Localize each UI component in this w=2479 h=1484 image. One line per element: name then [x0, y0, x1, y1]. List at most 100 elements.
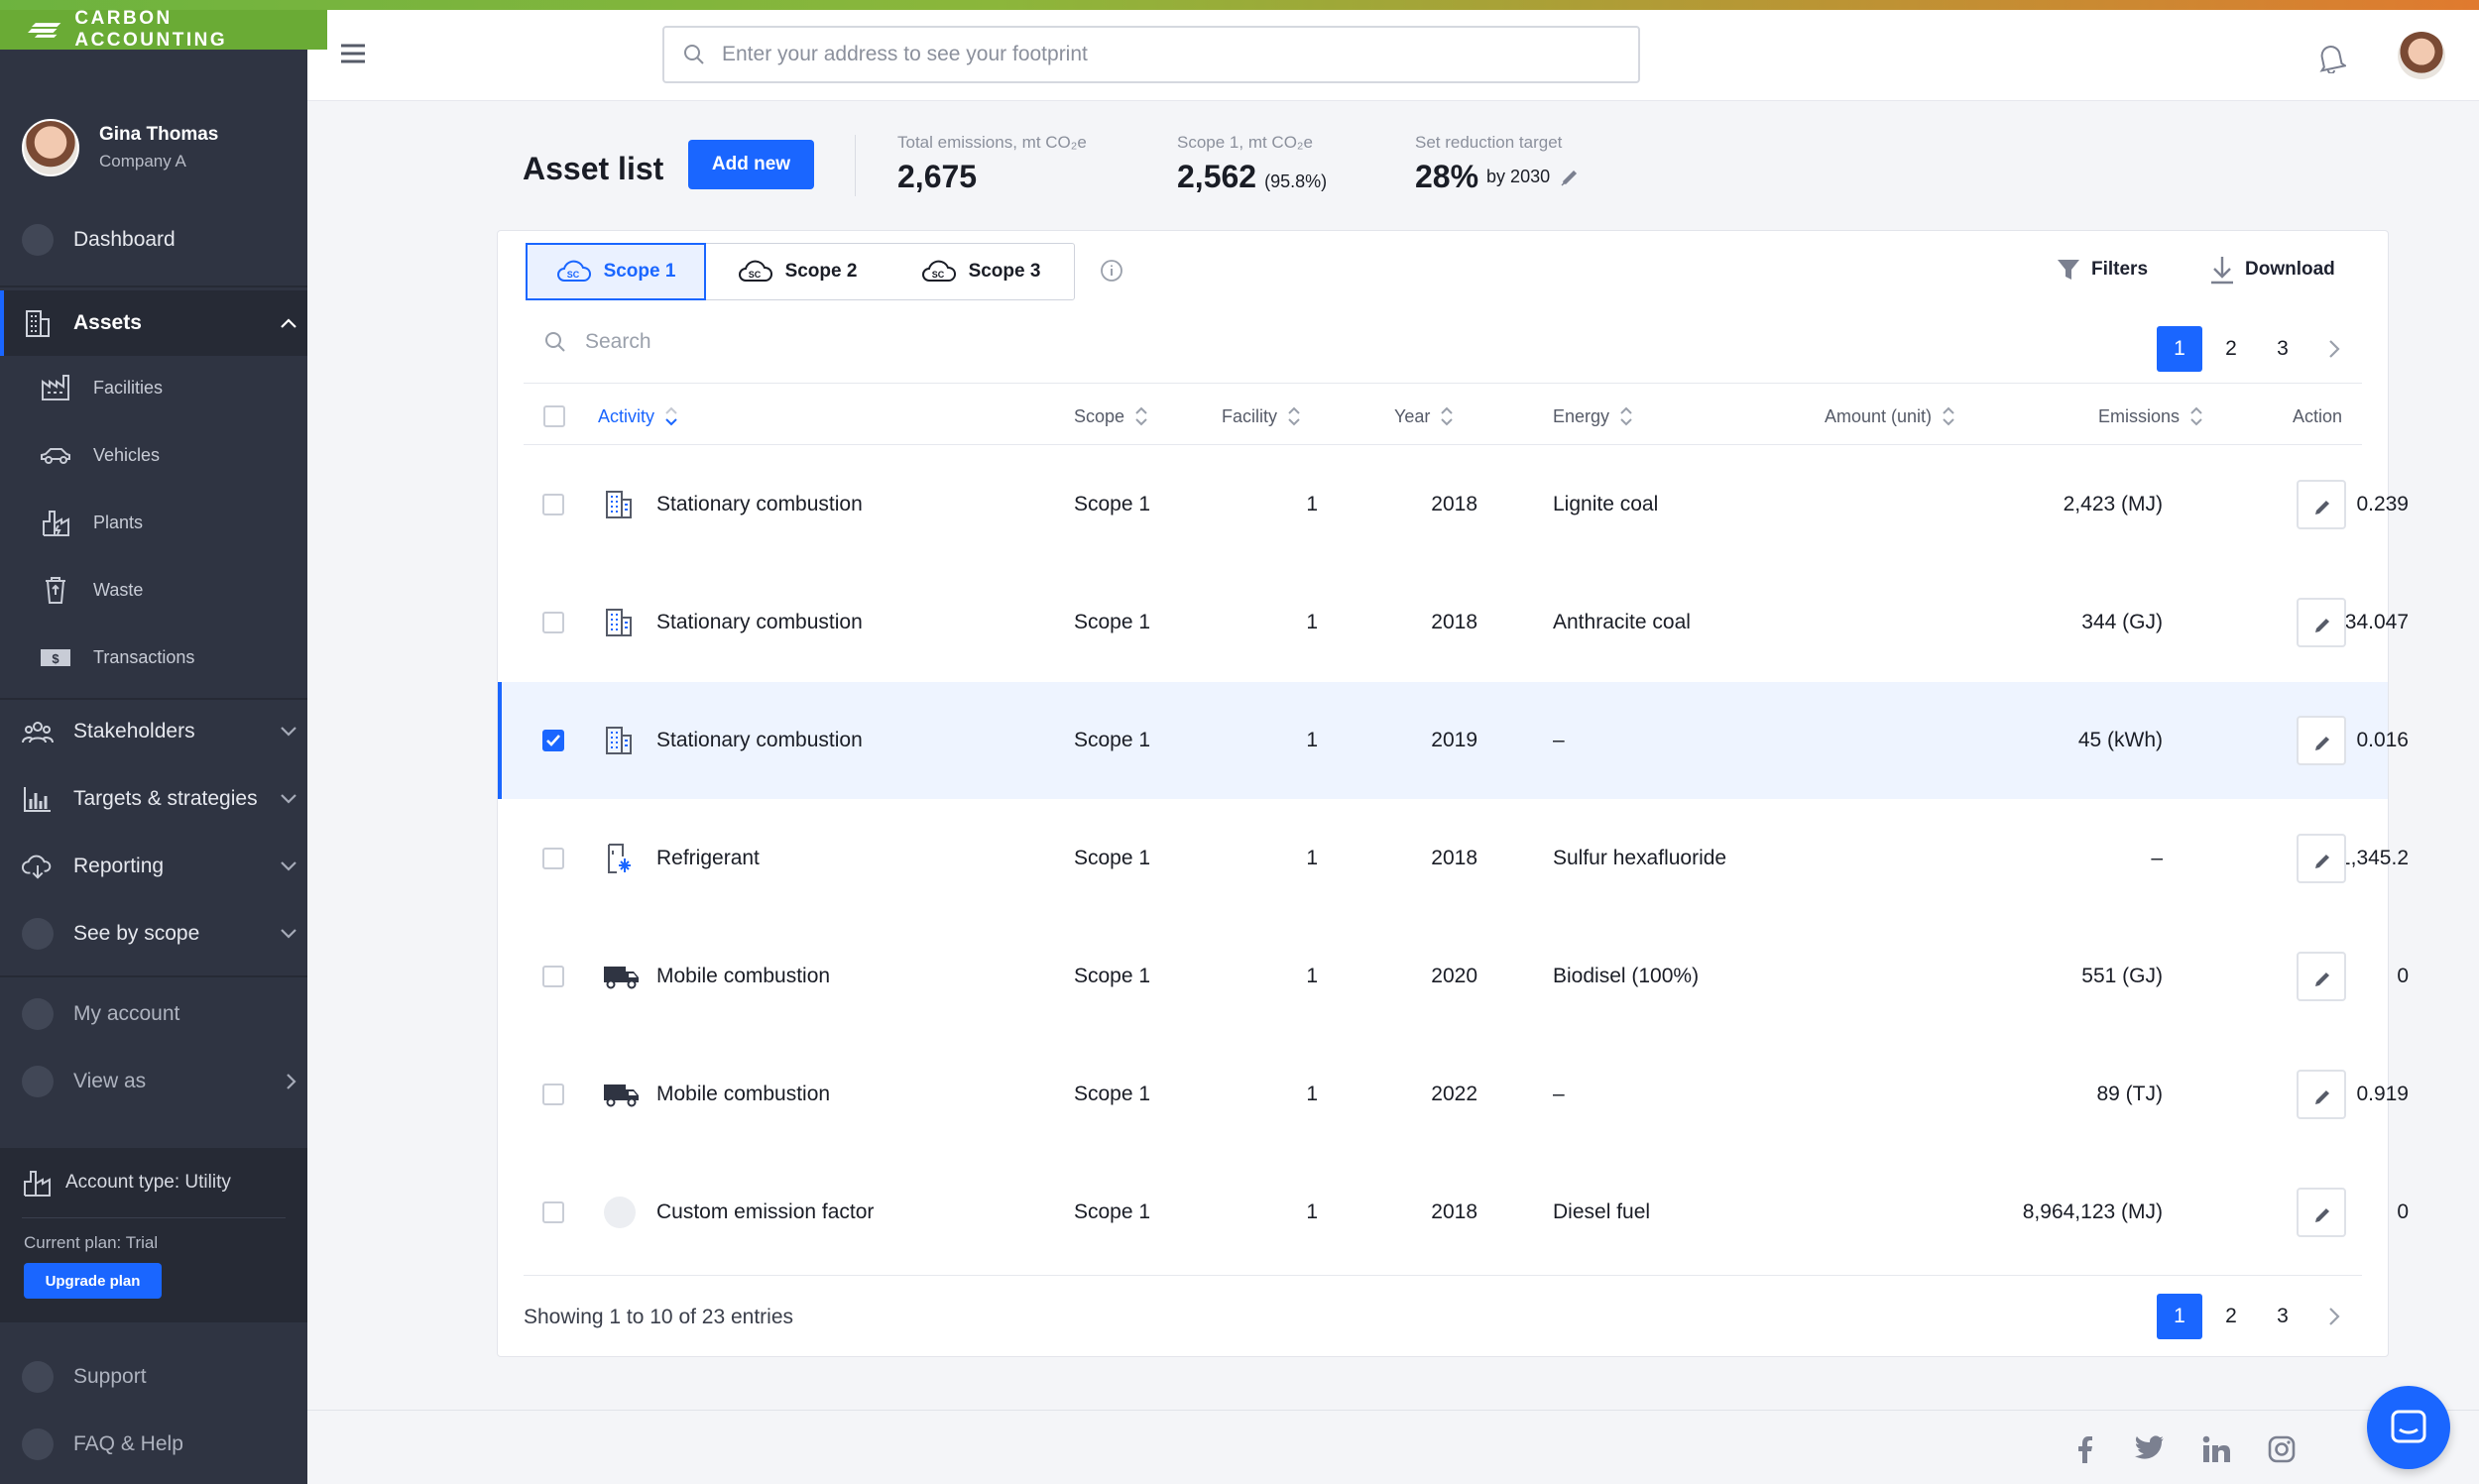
row-action[interactable]: [2297, 1036, 2352, 1153]
row-checkbox[interactable]: [542, 564, 582, 681]
info-icon[interactable]: [1100, 259, 1123, 283]
sidebar-item-reporting[interactable]: Reporting: [0, 836, 307, 897]
bell-icon[interactable]: [2316, 42, 2346, 73]
page-button[interactable]: 3: [2260, 326, 2305, 372]
select-all-checkbox[interactable]: [543, 401, 565, 431]
brand-name: CARBON ACCOUNTING: [74, 8, 228, 51]
add-new-button[interactable]: Add new: [688, 140, 814, 189]
column-header-facility[interactable]: Facility: [1222, 401, 1301, 431]
column-header-amount[interactable]: Amount (unit): [1825, 401, 1955, 431]
table-row[interactable]: Stationary combustion Scope 1 1 2019 – 45 (kW…: [498, 682, 2409, 799]
edit-button[interactable]: [2297, 598, 2346, 647]
hamburger-menu-icon[interactable]: [339, 43, 367, 64]
edit-button[interactable]: [2297, 716, 2346, 765]
edit-button[interactable]: [2297, 1070, 2346, 1119]
edit-button[interactable]: [2297, 834, 2346, 883]
sidebar-item-my-account[interactable]: My account: [0, 983, 307, 1045]
page-button[interactable]: 1: [2157, 326, 2202, 372]
brand-mark-icon: [28, 23, 61, 38]
chevron-right-icon[interactable]: [2311, 1294, 2357, 1339]
avatar[interactable]: [2398, 32, 2445, 79]
sidebar-item-transactions[interactable]: $ Transactions: [0, 626, 307, 689]
row-checkbox[interactable]: [542, 800, 582, 917]
help-icon: [22, 1428, 54, 1460]
page-button[interactable]: 1: [2157, 1294, 2202, 1339]
sidebar-item-support[interactable]: Support: [0, 1346, 307, 1408]
table-row[interactable]: Mobile combustion Scope 1 1 2022 – 89 (TJ) 0.9…: [498, 1036, 2409, 1153]
checkbox[interactable]: [542, 494, 564, 515]
checkbox[interactable]: [542, 730, 564, 751]
download-button[interactable]: Download: [2209, 255, 2335, 285]
checkbox[interactable]: [542, 1201, 564, 1223]
edit-button[interactable]: [2297, 1188, 2346, 1237]
search-icon: [684, 45, 704, 64]
upgrade-plan-button[interactable]: Upgrade plan: [24, 1263, 162, 1299]
twitter-icon[interactable]: [2135, 1435, 2165, 1461]
table-row[interactable]: Mobile combustion Scope 1 1 2020 Biodisel (1…: [498, 918, 2409, 1035]
row-action[interactable]: [2297, 918, 2352, 1035]
table-row[interactable]: Stationary combustion Scope 1 1 2018 Anthrac…: [498, 564, 2409, 681]
checkbox[interactable]: [542, 1084, 564, 1105]
column-header-energy[interactable]: Energy: [1553, 401, 1633, 431]
page-button[interactable]: 2: [2208, 1294, 2254, 1339]
instagram-icon[interactable]: [2268, 1435, 2296, 1463]
user-profile[interactable]: Gina Thomas Company A: [22, 119, 218, 176]
column-header-activity[interactable]: Activity: [598, 401, 678, 431]
row-action[interactable]: [2297, 564, 2352, 681]
sidebar-item-assets[interactable]: Assets: [0, 290, 307, 356]
edit-button[interactable]: [2297, 480, 2346, 529]
checkbox[interactable]: [542, 848, 564, 869]
entries-summary: Showing 1 to 10 of 23 entries: [524, 1306, 794, 1328]
table-row[interactable]: Refrigerant Scope 1 1 2018 Sulfur hexafluori…: [498, 800, 2409, 917]
page-button[interactable]: 3: [2260, 1294, 2305, 1339]
sidebar-item-facilities[interactable]: Facilities: [0, 356, 307, 419]
table-search[interactable]: [543, 330, 1081, 354]
edit-button[interactable]: [2297, 952, 2346, 1001]
sidebar-item-faq[interactable]: FAQ & Help: [0, 1414, 307, 1475]
tab-scope-3[interactable]: SC Scope 3: [889, 244, 1072, 299]
row-checkbox[interactable]: [542, 1154, 582, 1271]
sidebar-item-stakeholders[interactable]: Stakeholders: [0, 701, 307, 762]
sidebar-item-targets[interactable]: Targets & strategies: [0, 768, 307, 830]
stat-number: 2,562: [1177, 159, 1257, 194]
table-search-input[interactable]: [585, 330, 1081, 354]
sidebar-item-vehicles[interactable]: Vehicles: [0, 423, 307, 487]
chat-launcher-button[interactable]: [2367, 1386, 2450, 1469]
building-icon: [22, 308, 54, 338]
tab-scope-1[interactable]: SC Scope 1: [526, 243, 706, 300]
page-title-row: Asset list: [523, 129, 663, 208]
account-type-label: Account type: Utility: [65, 1172, 231, 1193]
filters-button[interactable]: Filters: [2056, 257, 2148, 283]
sidebar-item-plants[interactable]: Plants: [0, 491, 307, 554]
checkbox[interactable]: [542, 612, 564, 633]
row-checkbox[interactable]: [542, 682, 582, 799]
table-row[interactable]: Custom emission factor Scope 1 1 2018 Diesel…: [498, 1154, 2409, 1271]
row-checkbox[interactable]: [542, 918, 582, 1035]
checkbox[interactable]: [543, 405, 565, 427]
address-search-box[interactable]: [662, 26, 1640, 83]
sidebar-item-see-by-scope[interactable]: See by scope: [0, 903, 307, 965]
column-header-year[interactable]: Year: [1394, 401, 1454, 431]
checkbox[interactable]: [542, 966, 564, 987]
row-checkbox[interactable]: [542, 1036, 582, 1153]
sidebar-item-view-as[interactable]: View as: [0, 1051, 307, 1112]
address-search-input[interactable]: [722, 43, 1594, 66]
row-checkbox[interactable]: [542, 446, 582, 563]
row-action[interactable]: [2297, 682, 2352, 799]
linkedin-icon[interactable]: [2202, 1435, 2230, 1463]
column-header-scope[interactable]: Scope: [1074, 401, 1148, 431]
column-header-emissions[interactable]: Emissions: [2098, 401, 2203, 431]
row-action[interactable]: [2297, 1154, 2352, 1271]
page-button[interactable]: 2: [2208, 326, 2254, 372]
table-row[interactable]: Stationary combustion Scope 1 1 2018 Lignite…: [498, 446, 2409, 563]
brand-logo[interactable]: CARBON ACCOUNTING: [0, 8, 327, 51]
row-action[interactable]: [2297, 446, 2352, 563]
sidebar-item-waste[interactable]: Waste: [0, 558, 307, 622]
pencil-icon[interactable]: [1560, 168, 1578, 187]
row-action[interactable]: [2297, 800, 2352, 917]
sidebar-item-dashboard[interactable]: Dashboard: [0, 209, 307, 271]
tab-scope-2[interactable]: SC Scope 2: [705, 244, 889, 299]
cell-year: 2022: [1431, 1083, 1477, 1105]
facebook-icon[interactable]: [2076, 1435, 2092, 1463]
chevron-right-icon[interactable]: [2311, 326, 2357, 372]
